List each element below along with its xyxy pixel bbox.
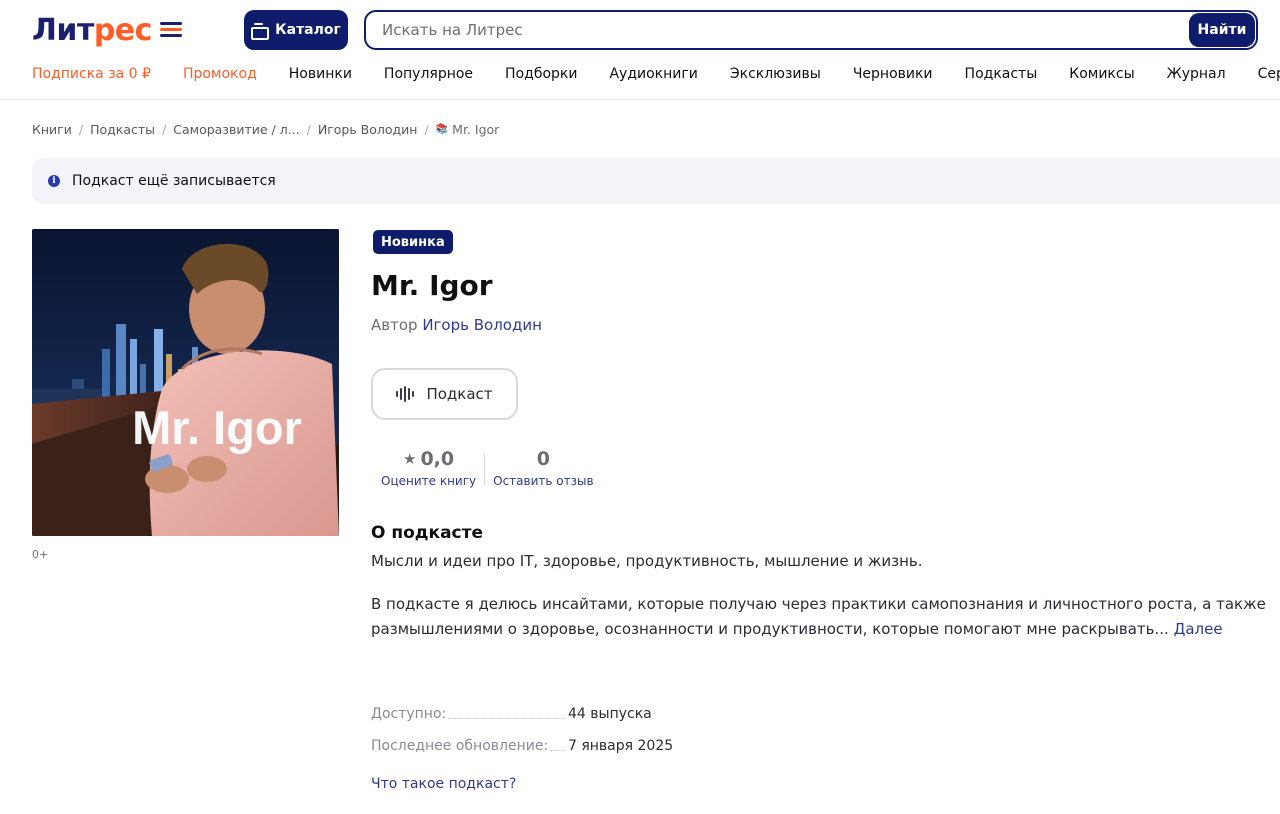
audio-wave-icon	[396, 386, 415, 402]
meta-updated-label: Последнее обновление:	[371, 738, 549, 754]
read-more-link[interactable]: Далее	[1174, 620, 1223, 638]
breadcrumb-podcasts[interactable]: Подкасты	[90, 122, 155, 137]
meta-available: Доступно: 44 выпуска	[371, 706, 652, 722]
info-banner: i Подкаст ещё записывается	[32, 158, 1280, 204]
catalog-icon	[251, 23, 270, 40]
breadcrumb-current: Mr. Igor	[452, 122, 500, 137]
what-is-podcast-link[interactable]: Что такое подкаст?	[371, 776, 516, 792]
breadcrumb-self-development[interactable]: Саморазвитие / л...	[173, 122, 299, 137]
info-icon: i	[48, 175, 60, 187]
rating-block: ★ 0,0 Оцените книгу 0 Оставить отзыв	[381, 448, 594, 488]
about-description-text: В подкасте я делюсь инсайтами, которые п…	[371, 595, 1266, 638]
cover-image: Mr. Igor	[32, 229, 339, 536]
age-rating: 0+	[32, 548, 49, 561]
nav-item-new[interactable]: Новинки	[289, 66, 352, 82]
meta-available-value: 44 выпуска	[568, 706, 652, 722]
nav-item-popular[interactable]: Популярное	[384, 66, 473, 82]
new-badge: Новинка	[373, 230, 453, 254]
meta-available-label: Доступно:	[371, 706, 447, 722]
nav-item-comics[interactable]: Комиксы	[1069, 66, 1134, 82]
breadcrumb-separator: /	[78, 122, 84, 137]
author-line: Автор Игорь Володин	[371, 316, 542, 334]
nav-item-subscription[interactable]: Подписка за 0 ₽	[32, 66, 151, 82]
breadcrumb-separator: /	[424, 122, 429, 137]
nav-item-certificates[interactable]: Сертификаты	[1258, 66, 1280, 82]
breadcrumb: Книги / Подкасты / Саморазвитие / л... /…	[32, 122, 499, 137]
breadcrumb-books[interactable]: Книги	[32, 122, 72, 137]
star-icon: ★	[403, 450, 417, 468]
meta-updated: Последнее обновление: 7 января 2025	[371, 738, 673, 754]
book-title: Mr. Igor	[371, 269, 493, 302]
nav-item-podcasts[interactable]: Подкасты	[965, 66, 1038, 82]
nav-item-collections[interactable]: Подборки	[505, 66, 577, 82]
breadcrumb-separator: /	[162, 122, 167, 137]
search-input[interactable]	[366, 12, 1256, 48]
banner-text: Подкаст ещё записывается	[72, 173, 276, 189]
logo-stripes-icon	[159, 20, 184, 40]
podcast-cover[interactable]: Mr. Igor	[32, 229, 339, 536]
catalog-label: Каталог	[275, 22, 341, 38]
leave-review-link[interactable]: Оставить отзыв	[493, 474, 593, 488]
rating-score: ★ 0,0 Оцените книгу	[381, 448, 476, 488]
nav-item-drafts[interactable]: Черновики	[853, 66, 933, 82]
about-summary: Мысли и идеи про IT, здоровье, продуктив…	[371, 552, 923, 570]
litres-logo[interactable]: Литрес	[32, 10, 184, 50]
about-heading: О подкасте	[371, 523, 483, 543]
reviews-count: 0	[536, 448, 550, 470]
catalog-button[interactable]: Каталог	[244, 10, 348, 50]
rate-book-link[interactable]: Оцените книгу	[381, 474, 476, 488]
books-icon: 📚	[435, 124, 449, 135]
meta-updated-value: 7 января 2025	[568, 738, 674, 754]
main-nav: Подписка за 0 ₽ Промокод Новинки Популяр…	[32, 66, 1280, 82]
about-description: В подкасте я делюсь инсайтами, которые п…	[371, 592, 1266, 641]
rating-value: 0,0	[420, 448, 455, 470]
page: Литрес Каталог Найти Подписка за 0 ₽ Про…	[0, 0, 1280, 814]
format-label: Подкаст	[426, 385, 493, 403]
logo-text: Литрес	[32, 12, 152, 48]
nav-item-audiobooks[interactable]: Аудиокниги	[609, 66, 697, 82]
nav-item-promocode[interactable]: Промокод	[183, 66, 257, 82]
podcast-format-button[interactable]: Подкаст	[371, 368, 518, 420]
author-prefix: Автор	[371, 316, 418, 334]
breadcrumb-author[interactable]: Игорь Володин	[318, 122, 418, 137]
author-link[interactable]: Игорь Володин	[422, 316, 542, 334]
search-bar: Найти	[364, 10, 1258, 50]
search-button[interactable]: Найти	[1189, 13, 1255, 47]
header: Литрес Каталог Найти Подписка за 0 ₽ Про…	[0, 0, 1280, 100]
rating-divider	[484, 454, 486, 486]
breadcrumb-separator: /	[306, 122, 311, 137]
nav-item-exclusives[interactable]: Эксклюзивы	[730, 66, 821, 82]
cover-title: Mr. Igor	[132, 401, 302, 454]
reviews-block: 0 Оставить отзыв	[493, 448, 593, 488]
nav-item-journal[interactable]: Журнал	[1167, 66, 1226, 82]
